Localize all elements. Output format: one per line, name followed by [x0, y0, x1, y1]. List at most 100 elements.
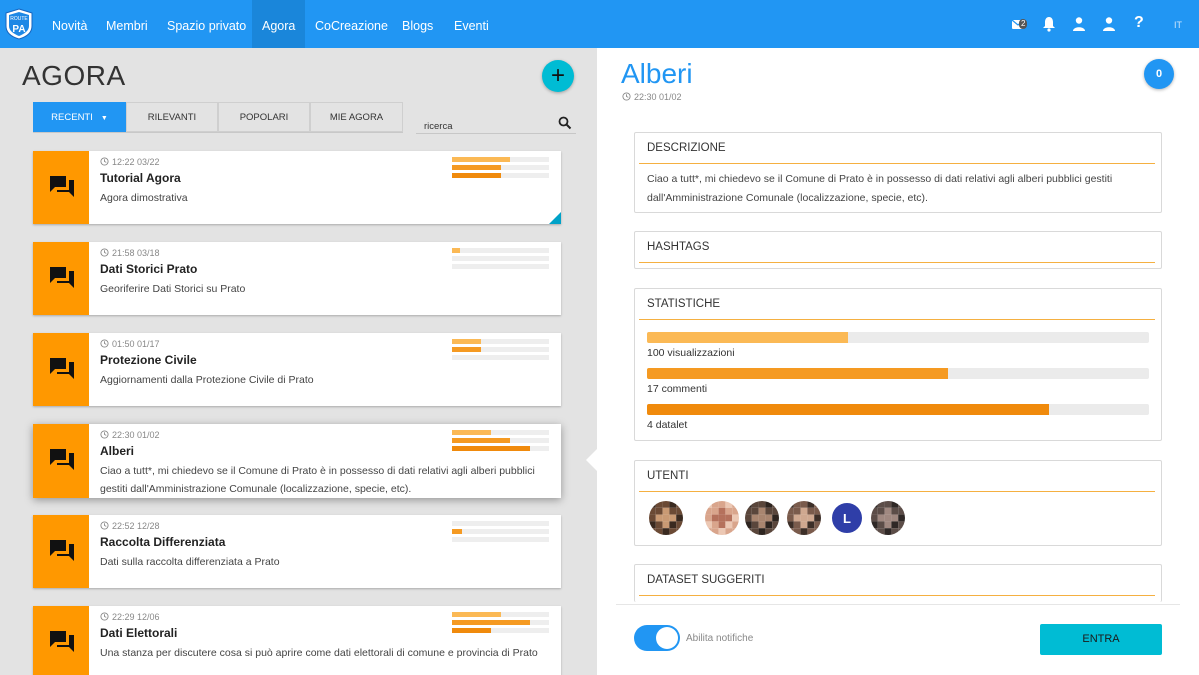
- panel-heading: UTENTI: [647, 470, 689, 482]
- room-title: Raccolta Differenziata: [100, 535, 226, 549]
- panel-divider: [639, 319, 1155, 320]
- avatar-photo: [871, 501, 905, 535]
- search-box: [416, 112, 576, 134]
- room-activity-bars: [452, 430, 549, 454]
- tab-mie-agora[interactable]: MIE AGORA: [310, 102, 403, 132]
- hashtags-panel: HASHTAGS: [634, 231, 1162, 269]
- user-avatar-letter[interactable]: L: [831, 502, 863, 534]
- nav-item-agora[interactable]: Agora: [252, 0, 306, 48]
- room-description: Ciao a tutt*, mi chiedevo se il Comune d…: [100, 465, 535, 495]
- page-title: AGORA: [22, 60, 126, 91]
- room-card[interactable]: 22:52 12/28 Raccolta Differenziata Dati su…: [33, 515, 561, 588]
- room-card[interactable]: 01:50 01/17 Protezione Civile Aggiornament…: [33, 333, 561, 406]
- activity-bar-track: [452, 521, 549, 526]
- profile-icon[interactable]: [1102, 16, 1120, 34]
- top-navigation-bar: ROUTE PA Novità Membri Spazio privato Agora…: [0, 0, 1199, 48]
- activity-bar-track: [452, 264, 549, 269]
- stat-label: 17 commenti: [647, 383, 708, 395]
- room-timestamp: 12:22 03/22: [100, 157, 160, 167]
- language-selector[interactable]: IT: [1174, 20, 1182, 30]
- toggle-knob: [656, 627, 678, 649]
- room-activity-bars: [452, 612, 549, 636]
- stat-label: 100 visualizzazioni: [647, 347, 735, 359]
- stat-label: 4 datalet: [647, 419, 688, 431]
- corner-flag-icon: [549, 212, 561, 224]
- activity-bar-fill: [452, 529, 462, 534]
- statistics-panel: STATISTICHE 100 visualizzazioni 17 commen…: [634, 288, 1162, 441]
- enter-room-button[interactable]: ENTRA: [1040, 624, 1162, 655]
- tab-popolari[interactable]: POPOLARI: [218, 102, 310, 132]
- clock-icon: [100, 248, 109, 257]
- user-avatar[interactable]: [787, 501, 821, 535]
- nav-item-spazio-privato[interactable]: Spazio privato: [157, 0, 256, 48]
- room-description: Una stanza per discutere cosa si può apr…: [100, 647, 538, 659]
- user-avatar[interactable]: [871, 501, 905, 535]
- bottom-divider: [616, 604, 1180, 605]
- room-card[interactable]: 22:30 01/02 Alberi Ciao a tutt*, mi chiede…: [33, 424, 561, 498]
- activity-bar-track: [452, 446, 549, 451]
- room-activity-bars: [452, 521, 549, 545]
- tab-rilevanti[interactable]: RILEVANTI: [126, 102, 218, 132]
- room-card[interactable]: 21:58 03/18 Dati Storici Prato Georiferire…: [33, 242, 561, 315]
- nav-item-cocreazione[interactable]: CoCreazione: [305, 0, 398, 48]
- help-icon[interactable]: ?: [1134, 14, 1152, 32]
- tab-label: RECENTI: [51, 112, 93, 123]
- room-icon-column: [33, 151, 89, 224]
- activity-bar-fill: [452, 430, 491, 435]
- panel-divider: [639, 163, 1155, 164]
- room-description: Ciao a tutt*, mi chiedevo se il Comune d…: [647, 173, 1113, 204]
- add-room-button[interactable]: +: [542, 60, 574, 92]
- user-avatar[interactable]: [649, 501, 683, 535]
- nav-item-blogs[interactable]: Blogs: [392, 0, 443, 48]
- panel-divider: [639, 491, 1155, 492]
- avatar-photo: [745, 501, 779, 535]
- tab-recenti[interactable]: RECENTI ▼: [33, 102, 126, 132]
- activity-bar-track: [452, 529, 549, 534]
- room-card[interactable]: 12:22 03/22 Tutorial Agora Agora dimostrat…: [33, 151, 561, 224]
- room-time-text: 22:52 12/28: [112, 521, 160, 531]
- nav-item-novità[interactable]: Novità: [42, 0, 97, 48]
- activity-bar-fill: [452, 612, 501, 617]
- tabs-divider: [33, 132, 403, 133]
- activity-bar-fill: [452, 446, 530, 451]
- user-icon[interactable]: [1072, 16, 1090, 34]
- logo-pa-text: PA: [12, 24, 25, 35]
- nav-item-membri[interactable]: Membri: [96, 0, 158, 48]
- activity-bar-fill: [452, 165, 501, 170]
- room-description: Georiferire Dati Storici su Prato: [100, 283, 246, 295]
- notifications-toggle[interactable]: [634, 625, 680, 651]
- activity-bar-track: [452, 430, 549, 435]
- room-time-text: 22:29 12/06: [112, 612, 160, 622]
- user-avatar[interactable]: [705, 501, 739, 535]
- stat-bar-track: [647, 368, 1149, 379]
- room-title: Alberi: [100, 444, 135, 458]
- room-time-text: 21:58 03/18: [112, 248, 160, 258]
- activity-bar-track: [452, 620, 549, 625]
- logo-route-text: ROUTE: [10, 16, 28, 22]
- notifications-label: Abilita notifiche: [686, 633, 754, 644]
- activity-bar-track: [452, 612, 549, 617]
- room-title: Protezione Civile: [100, 353, 197, 367]
- room-icon-column: [33, 424, 89, 498]
- activity-bar-track: [452, 347, 549, 352]
- bell-icon[interactable]: [1042, 16, 1060, 34]
- search-input[interactable]: [424, 121, 554, 132]
- room-title: Dati Elettorali: [100, 626, 178, 640]
- room-activity-bars: [452, 248, 549, 272]
- panel-divider: [639, 262, 1155, 263]
- activity-bar-track: [452, 173, 549, 178]
- nav-item-eventi[interactable]: Eventi: [444, 0, 499, 48]
- description-panel: DESCRIZIONE Ciao a tutt*, mi chiedevo se…: [634, 132, 1162, 213]
- stat-bar-fill: [647, 404, 1049, 415]
- room-count-badge[interactable]: 0: [1144, 59, 1174, 89]
- room-card[interactable]: 22:29 12/06 Dati Elettorali Una stanza per…: [33, 606, 561, 675]
- user-avatar[interactable]: [745, 501, 779, 535]
- activity-bar-fill: [452, 438, 511, 443]
- room-timestamp: 22:30 01/02: [100, 430, 160, 440]
- route-to-pa-logo[interactable]: ROUTE PA: [4, 8, 34, 40]
- room-title: Alberi: [621, 58, 693, 89]
- activity-bar-fill: [452, 339, 482, 344]
- search-icon[interactable]: [558, 116, 572, 130]
- clock-icon: [622, 92, 631, 101]
- activity-bar-track: [452, 248, 549, 253]
